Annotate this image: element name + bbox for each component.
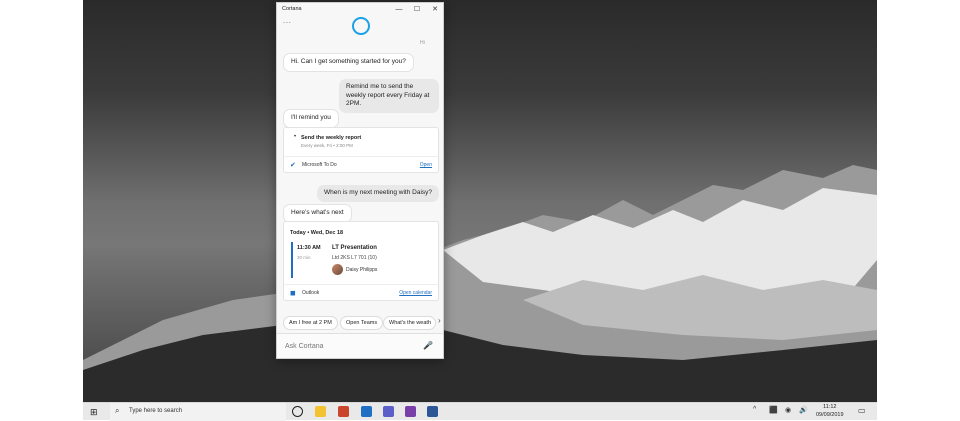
microphone-icon[interactable]: 🎤	[423, 341, 433, 350]
open-calendar-link[interactable]: Open calendar	[399, 290, 432, 296]
suggestion-chip[interactable]: Open Teams	[340, 316, 384, 330]
cortana-greeting: Hi. Can I get something started for you?	[283, 53, 414, 72]
search-placeholder: Type here to search	[129, 408, 183, 414]
notification-icon[interactable]: ▭	[858, 406, 866, 415]
taskbar: ⊞ ⌕ Type here to search ^ ⬛ ◉ 🔊 11:12 09…	[83, 402, 877, 421]
outlook-icon[interactable]	[361, 406, 372, 417]
window-title: Cortana	[282, 6, 302, 12]
cortana-window[interactable]: Cortana — ☐ ✕ ... Hi Hi. Can I get somet…	[276, 2, 444, 359]
reminder-card[interactable]: • Send the weekly report Every week, Fri…	[283, 127, 439, 173]
cortana-reply: Here's what's next	[283, 204, 352, 223]
minimize-button[interactable]: —	[390, 4, 408, 16]
meeting-time: 11:30 AM	[297, 245, 321, 251]
battery-icon[interactable]: ⬛	[769, 406, 778, 414]
more-options-button[interactable]: ...	[283, 18, 292, 25]
reminder-detail: Every week, Fri • 2:00 PM	[301, 143, 353, 148]
todo-check-icon: ✔	[290, 162, 296, 169]
meeting-date: Today • Wed, Dec 18	[290, 230, 344, 236]
close-button[interactable]: ✕	[426, 4, 443, 16]
ask-cortana-box[interactable]: Ask Cortana 🎤	[277, 333, 443, 358]
title-bar[interactable]: Cortana — ☐ ✕	[277, 3, 443, 17]
card-source: Microsoft To Do	[302, 162, 337, 168]
cortana-ring-icon	[352, 17, 370, 35]
suggestion-chip[interactable]: What's the weath	[383, 316, 436, 330]
card-source: Outlook	[302, 290, 320, 296]
meeting-location: Ltd 2KS L7 701 (10)	[332, 255, 377, 261]
cortana-taskbar-icon[interactable]	[292, 406, 303, 417]
volume-icon[interactable]: 🔊	[799, 406, 808, 414]
onenote-icon[interactable]	[405, 406, 416, 417]
user-message: When is my next meeting with Daisy?	[317, 185, 440, 202]
meeting-card[interactable]: Today • Wed, Dec 18 11:30 AM 30 min LT P…	[283, 221, 439, 301]
maximize-button[interactable]: ☐	[408, 4, 426, 16]
tray-chevron-icon[interactable]: ^	[753, 406, 756, 413]
taskbar-clock[interactable]: 11:12 09/09/2019	[816, 404, 844, 419]
clock-time: 11:12	[823, 404, 837, 410]
file-explorer-icon[interactable]	[315, 406, 326, 417]
outlook-icon: ◼	[290, 290, 296, 297]
meeting-title: LT Presentation	[332, 245, 377, 251]
teams-icon[interactable]	[383, 406, 394, 417]
desktop-wallpaper: Cortana — ☐ ✕ ... Hi Hi. Can I get somet…	[83, 0, 877, 420]
suggestion-chip[interactable]: Am I free at 2 PM	[283, 316, 338, 330]
cortana-reply: I'll remind you	[283, 109, 339, 128]
attendee-name: Daisy Philipps	[346, 267, 378, 273]
hi-tag: Hi	[420, 40, 425, 46]
user-message: Remind me to send the weekly report ever…	[339, 79, 439, 113]
taskbar-search[interactable]: ⌕ Type here to search	[110, 403, 286, 421]
meeting-duration: 30 min	[297, 255, 311, 260]
card-footer: ◼ Outlook Open calendar	[284, 284, 438, 300]
card-footer: ✔ Microsoft To Do Open	[284, 156, 438, 172]
windows-start-icon[interactable]: ⊞	[90, 407, 98, 418]
powerpoint-icon[interactable]	[338, 406, 349, 417]
clock-date: 09/09/2019	[816, 411, 844, 418]
chevron-right-icon[interactable]: ›	[438, 316, 441, 325]
network-icon[interactable]: ◉	[785, 406, 791, 414]
reminder-title: Send the weekly report	[301, 135, 362, 141]
word-icon[interactable]	[427, 406, 438, 417]
search-icon: ⌕	[115, 406, 120, 415]
bullet-icon: •	[294, 134, 297, 140]
open-link[interactable]: Open	[420, 162, 432, 168]
mountain-landscape	[83, 165, 877, 402]
event-bar	[291, 242, 293, 278]
avatar	[332, 264, 343, 275]
ask-input[interactable]: Ask Cortana	[285, 343, 324, 350]
